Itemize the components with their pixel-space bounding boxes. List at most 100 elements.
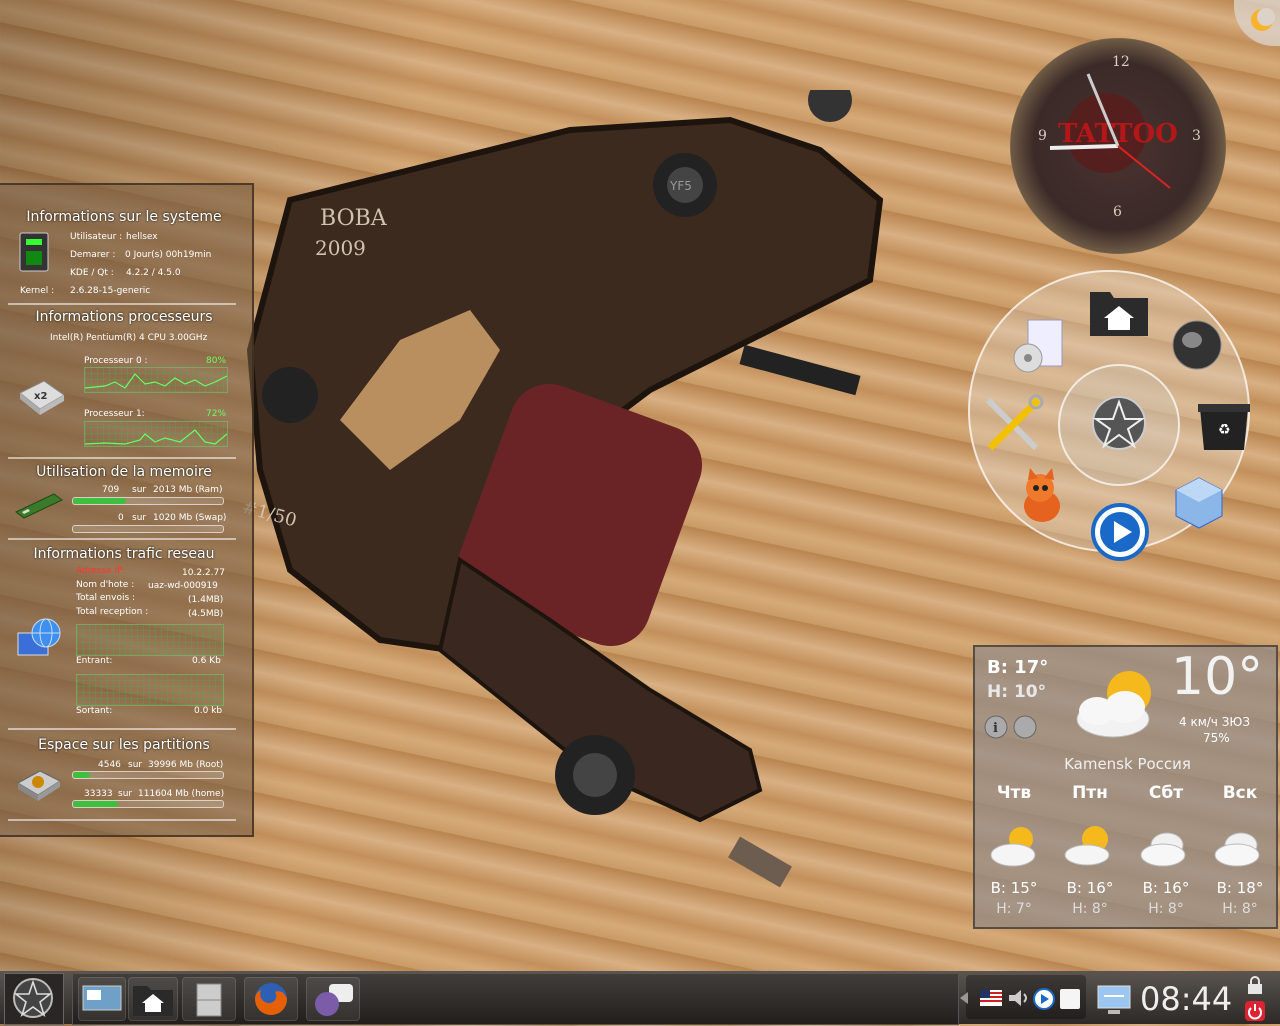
forecast-day-3: Сбт bbox=[1148, 783, 1184, 803]
network-globe-icon bbox=[17, 618, 61, 656]
wallpaper-text-line2: 2009 bbox=[315, 236, 366, 260]
weather-location: Kamensk Россия bbox=[1064, 755, 1191, 773]
swap-total: 1020 Mb (Swap) bbox=[153, 513, 227, 523]
pentagram-menu-icon[interactable] bbox=[1090, 394, 1148, 452]
settings-tools-icon[interactable] bbox=[980, 394, 1046, 454]
home-launcher[interactable] bbox=[128, 977, 178, 1021]
ip-value: 10.2.2.77 bbox=[182, 568, 225, 578]
pentagram-launcher-icon bbox=[13, 978, 53, 1018]
globe-icon[interactable] bbox=[1170, 318, 1224, 372]
swap-usage-bar bbox=[72, 525, 224, 533]
wind-speed: 4 км/ч ЗЮЗ bbox=[1179, 715, 1251, 729]
media-player-icon[interactable] bbox=[1090, 502, 1150, 562]
clock-9: 9 bbox=[1038, 128, 1047, 144]
day2-high: В: 16° bbox=[1066, 879, 1114, 897]
separator bbox=[8, 819, 236, 821]
root-total: 39996 Mb (Root) bbox=[148, 760, 224, 770]
host-label: Nom d'hote : bbox=[76, 580, 135, 590]
pidgin-launcher[interactable] bbox=[306, 977, 360, 1021]
wallpaper-tattoo-machine: BOBA 2009 #1/50 YF5 bbox=[240, 90, 884, 888]
lock-screen-icon[interactable] bbox=[1244, 976, 1266, 996]
virtualbox-icon[interactable] bbox=[1172, 474, 1226, 530]
sent-value: (1.4MB) bbox=[188, 595, 224, 605]
day4-high: В: 18° bbox=[1216, 879, 1264, 897]
cpu-chip-label: x2 bbox=[34, 391, 47, 402]
file-manager-launcher[interactable] bbox=[78, 977, 126, 1021]
archive-launcher[interactable] bbox=[182, 977, 236, 1021]
network-connection-icon[interactable] bbox=[1094, 980, 1136, 1018]
host-value: uaz-wd-000919 bbox=[148, 581, 218, 591]
cpu1-percent: 72% bbox=[206, 409, 227, 419]
root-usage-bar bbox=[72, 771, 224, 779]
kde-value: 4.2.2 / 4.5.0 bbox=[126, 268, 181, 278]
partitions-section-title: Espace sur les partitions bbox=[38, 737, 210, 753]
trash-icon[interactable]: ♻ bbox=[1196, 402, 1252, 452]
firefox-launcher[interactable] bbox=[244, 977, 298, 1021]
incoming-traffic-graph bbox=[76, 624, 224, 656]
sent-label: Total envois : bbox=[76, 593, 136, 603]
recv-value: (4.5MB) bbox=[188, 609, 224, 619]
ram-usage-bar bbox=[72, 497, 224, 505]
ram-total: 2013 Mb (Ram) bbox=[153, 485, 223, 495]
us-flag-icon[interactable] bbox=[980, 988, 1004, 1008]
kernel-label: Kernel : bbox=[20, 286, 55, 296]
kde-label: KDE / Qt : bbox=[70, 268, 114, 278]
media-play-tray-icon[interactable] bbox=[1032, 987, 1056, 1011]
analog-clock-widget: 12 3 6 9 TATTOO bbox=[1010, 38, 1226, 254]
tray-expand-arrow-icon[interactable] bbox=[958, 990, 970, 1006]
day3-cloudy-icon bbox=[1140, 832, 1186, 867]
outgoing-traffic-graph bbox=[76, 674, 224, 706]
home-folder-icon[interactable] bbox=[1088, 286, 1150, 338]
system-software-icon[interactable] bbox=[1008, 318, 1066, 376]
svg-text:♻: ♻ bbox=[1218, 422, 1231, 438]
day3-high: В: 16° bbox=[1142, 879, 1190, 897]
svg-text:i: i bbox=[993, 721, 998, 736]
system-monitor-panel: Informations sur le systeme Utilisateur … bbox=[0, 183, 254, 837]
cpu0-percent: 80% bbox=[206, 356, 227, 366]
home-used: 33333 bbox=[84, 789, 113, 799]
partly-cloudy-icon bbox=[1076, 671, 1151, 738]
out-value: 0.0 kb bbox=[194, 706, 223, 716]
network-section-title: Informations trafic reseau bbox=[33, 546, 215, 562]
forecast-day-1: Чтв bbox=[996, 783, 1032, 803]
forecast-day-4: Вск bbox=[1222, 783, 1258, 803]
clock-6: 6 bbox=[1113, 204, 1122, 220]
shutdown-icon[interactable] bbox=[1244, 1000, 1266, 1022]
recv-label: Total reception : bbox=[76, 607, 149, 617]
cpu1-label: Processeur 1: bbox=[84, 409, 145, 419]
day1-high: В: 15° bbox=[990, 879, 1038, 897]
fox-mascot-icon[interactable] bbox=[1012, 466, 1072, 528]
ram-module-icon bbox=[15, 493, 63, 519]
day2-partly-cloudy-icon bbox=[1064, 826, 1110, 866]
uptime-label: Demarer : bbox=[70, 250, 116, 260]
humidity: 75% bbox=[1203, 731, 1230, 745]
day1-low: Н: 7° bbox=[996, 901, 1032, 917]
uptime-value: 0 Jour(s) 00h19min bbox=[125, 250, 212, 260]
system-section-title: Informations sur le systeme bbox=[26, 209, 222, 225]
user-label: Utilisateur : bbox=[70, 232, 123, 242]
digital-clock[interactable]: 08:44 bbox=[1140, 980, 1232, 1018]
cpu0-label: Processeur 0 : bbox=[84, 356, 148, 366]
desktop-files-icon bbox=[82, 985, 122, 1011]
ip-label: Adresse IP: bbox=[76, 566, 126, 576]
root-used: 4546 bbox=[98, 760, 121, 770]
day3-low: Н: 8° bbox=[1148, 901, 1184, 917]
kickoff-launcher-button[interactable] bbox=[4, 973, 64, 1025]
day4-low: Н: 8° bbox=[1222, 901, 1258, 917]
user-value: hellsex bbox=[126, 232, 158, 242]
today-low: Н: 10° bbox=[987, 682, 1047, 702]
plasma-toolbox-icon[interactable] bbox=[1234, 0, 1280, 46]
kernel-value: 2.6.28-15-generic bbox=[70, 286, 151, 296]
cpu1-graph bbox=[84, 421, 228, 447]
firefox-icon bbox=[255, 983, 287, 1015]
day4-cloudy-icon bbox=[1214, 832, 1260, 867]
wallpaper-screw-text: YF5 bbox=[669, 179, 692, 193]
home-total: 111604 Mb (home) bbox=[138, 789, 225, 799]
swap-sep: sur bbox=[132, 513, 147, 523]
notes-tray-icon[interactable] bbox=[1058, 987, 1082, 1011]
volume-icon[interactable] bbox=[1006, 986, 1030, 1010]
home-icon bbox=[133, 986, 173, 1016]
memory-section-title: Utilisation de la memoire bbox=[36, 464, 212, 480]
cpu-model: Intel(R) Pentium(R) 4 CPU 3.00GHz bbox=[50, 333, 208, 343]
pidgin-icon bbox=[315, 984, 353, 1016]
